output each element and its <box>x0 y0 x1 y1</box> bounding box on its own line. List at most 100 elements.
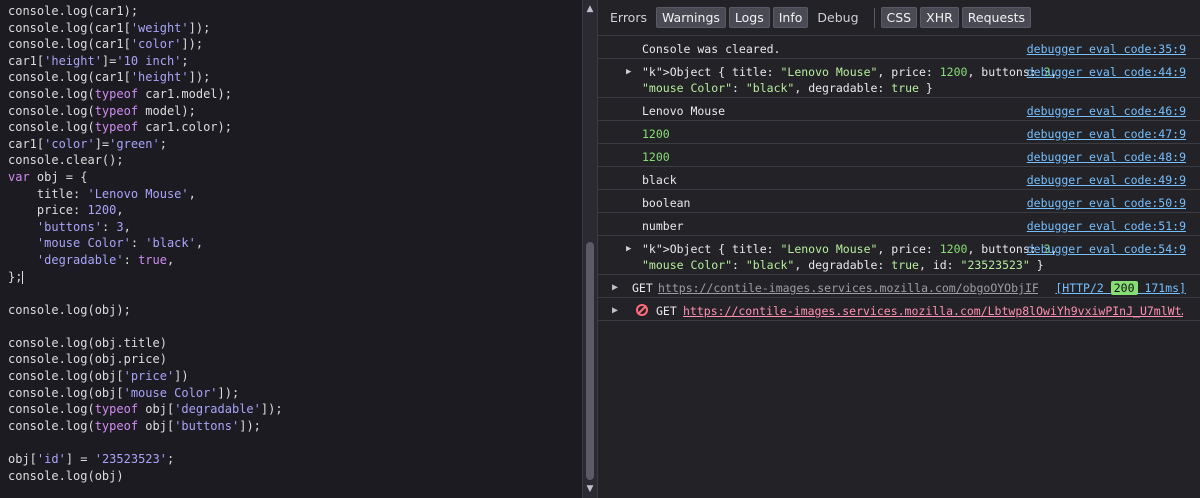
code-line[interactable]: console.log(obj['mouse Color']); <box>8 385 283 402</box>
code-token: ] = <box>65 452 95 467</box>
filter-errors-button[interactable]: Errors <box>604 7 653 28</box>
code-token: 'degradable' <box>36 252 124 267</box>
code-token: 'color' <box>44 136 95 151</box>
console-row-log: black debugger eval code:49:9 <box>598 167 1200 190</box>
console-object[interactable]: "k">Object { title: "Lenovo Mouse", pric… <box>642 64 1057 96</box>
filter-warnings-button[interactable]: Warnings <box>655 7 726 28</box>
code-line[interactable]: console.clear(); <box>8 152 283 169</box>
scroll-down-icon[interactable]: ▼ <box>583 482 597 496</box>
code-line[interactable]: console.log(typeof model); <box>8 103 283 120</box>
code-line[interactable]: console.log(car1); <box>8 3 283 20</box>
code-line[interactable]: console.log(obj['price']) <box>8 368 283 385</box>
code-line[interactable]: car1['height']='10 inch'; <box>8 53 283 70</box>
code-line[interactable]: console.log(car1['color']); <box>8 36 283 53</box>
source-link[interactable]: debugger eval code:51:9 <box>1027 218 1186 234</box>
code-line[interactable]: car1['color']='green'; <box>8 136 283 153</box>
expand-triangle-icon[interactable]: ▶ <box>612 305 618 316</box>
code-line[interactable]: var obj = { <box>8 169 283 186</box>
code-line[interactable] <box>8 318 283 335</box>
code-line[interactable]: price: 1200, <box>8 202 283 219</box>
code-line[interactable]: console.log(obj.price) <box>8 351 283 368</box>
request-method: GET <box>632 281 653 295</box>
code-token: console.log( <box>8 418 95 433</box>
expand-triangle-icon[interactable]: ▶ <box>626 244 631 254</box>
console-row-cleared: Console was cleared. debugger eval code:… <box>598 36 1200 59</box>
code-token: typeof <box>94 418 139 433</box>
request-url[interactable]: https://contile-images.services.mozilla.… <box>658 280 1038 296</box>
console-row-log: Lenovo Mouse debugger eval code:46:9 <box>598 98 1200 121</box>
source-link[interactable]: debugger eval code:49:9 <box>1027 172 1186 188</box>
editor-scrollbar[interactable]: ▲ ▼ <box>582 0 598 498</box>
source-link[interactable]: debugger eval code:48:9 <box>1027 149 1186 165</box>
network-error-row[interactable]: ▶ GET https://contile-images.services.mo… <box>598 298 1200 321</box>
screen: console.log(car1); console.log(car1['weig… <box>0 0 1200 498</box>
request-info[interactable]: [HTTP/2 200 171ms] <box>1055 280 1186 296</box>
code-line[interactable]: console.log(typeof obj['buttons']); <box>8 418 283 435</box>
code-token: 'color' <box>130 37 182 52</box>
request-url[interactable]: https://contile-images.services.mozilla.… <box>683 303 1183 319</box>
console-log-list: Lenovo Mouse debugger eval code:46:9 1200 d… <box>598 98 1200 236</box>
code-token: obj[ <box>138 418 175 433</box>
filter-requests-button[interactable]: Requests <box>961 7 1032 28</box>
code-line[interactable]: 'degradable': true, <box>8 252 283 269</box>
code-token: ; <box>166 452 175 467</box>
code-line[interactable]: console.log(typeof obj['degradable']); <box>8 401 283 418</box>
code-line[interactable]: console.log(obj) <box>8 468 283 485</box>
source-link[interactable]: debugger eval code:47:9 <box>1027 126 1186 142</box>
code-line[interactable]: console.log(obj.title) <box>8 335 283 352</box>
expand-triangle-icon[interactable]: ▶ <box>626 67 631 77</box>
request-protocol: [HTTP/2 <box>1055 281 1111 295</box>
code-line[interactable]: obj['id'] = '23523523'; <box>8 451 283 468</box>
code-line[interactable]: }; <box>8 269 283 286</box>
code-line[interactable]: console.log(car1['height']); <box>8 69 283 86</box>
scroll-thumb[interactable] <box>586 242 594 480</box>
expand-triangle-icon[interactable]: ▶ <box>612 282 618 293</box>
blocked-icon <box>636 304 648 316</box>
code-token: ]); <box>188 70 211 85</box>
console-message: Lenovo Mouse <box>642 104 726 118</box>
scroll-up-icon[interactable]: ▲ <box>583 2 597 16</box>
code-token: 'green' <box>109 136 160 151</box>
code-token: ]) <box>174 369 189 384</box>
filter-logs-button[interactable]: Logs <box>728 7 770 28</box>
code-line[interactable]: title: 'Lenovo Mouse', <box>8 186 283 203</box>
code-token: console.log( <box>8 103 95 118</box>
code-line[interactable]: console.log(typeof car1.color); <box>8 119 283 136</box>
code-token: , <box>123 219 131 234</box>
code-line[interactable]: 'buttons': 3, <box>8 219 283 236</box>
filter-css-button[interactable]: CSS <box>880 7 918 28</box>
code-line[interactable]: console.log(obj); <box>8 302 283 319</box>
code-line[interactable] <box>8 434 283 451</box>
code-token: , <box>166 252 175 267</box>
code-token: car1[ <box>8 53 45 68</box>
console-row-object-with-id[interactable]: ▶ "k">Object { title: "Lenovo Mouse", pr… <box>598 236 1200 275</box>
source-link[interactable]: debugger eval code:54:9 <box>1027 241 1186 257</box>
source-link[interactable]: debugger eval code:35:9 <box>1027 41 1186 57</box>
code-token: 'id' <box>36 452 66 467</box>
code-line[interactable]: console.log(car1['weight']); <box>8 20 283 37</box>
console-row-object[interactable]: ▶ "k">Object { title: "Lenovo Mouse", pr… <box>598 59 1200 98</box>
code-line[interactable]: 'mouse Color': 'black', <box>8 235 283 252</box>
filter-info-button[interactable]: Info <box>772 7 809 28</box>
source-link[interactable]: debugger eval code:46:9 <box>1027 103 1186 119</box>
code-token: obj[ <box>8 452 37 467</box>
code-token: 1200 <box>87 203 117 218</box>
code-token: car1.model); <box>138 86 232 101</box>
code-token: : <box>130 236 146 251</box>
source-link[interactable]: debugger eval code:44:9 <box>1027 64 1186 80</box>
source-link[interactable]: debugger eval code:50:9 <box>1027 195 1186 211</box>
code-line[interactable] <box>8 285 283 302</box>
code-token: 'weight' <box>130 20 189 35</box>
code-line[interactable]: console.log(typeof car1.model); <box>8 86 283 103</box>
network-request-row[interactable]: ▶ GET https://contile-images.services.mo… <box>598 275 1200 298</box>
console-message: boolean <box>642 196 691 210</box>
console-object[interactable]: "k">Object { title: "Lenovo Mouse", pric… <box>642 241 1057 273</box>
code-token: typeof <box>94 86 139 101</box>
filter-debug-button[interactable]: Debug <box>811 7 864 28</box>
code-token: 'mouse Color' <box>123 385 218 400</box>
request-method: GET <box>656 304 677 318</box>
code-token: price: <box>8 203 88 218</box>
code-token: console.log(car1[ <box>8 70 131 85</box>
code-editor[interactable]: console.log(car1); console.log(car1['weig… <box>0 0 582 498</box>
filter-xhr-button[interactable]: XHR <box>920 7 959 28</box>
